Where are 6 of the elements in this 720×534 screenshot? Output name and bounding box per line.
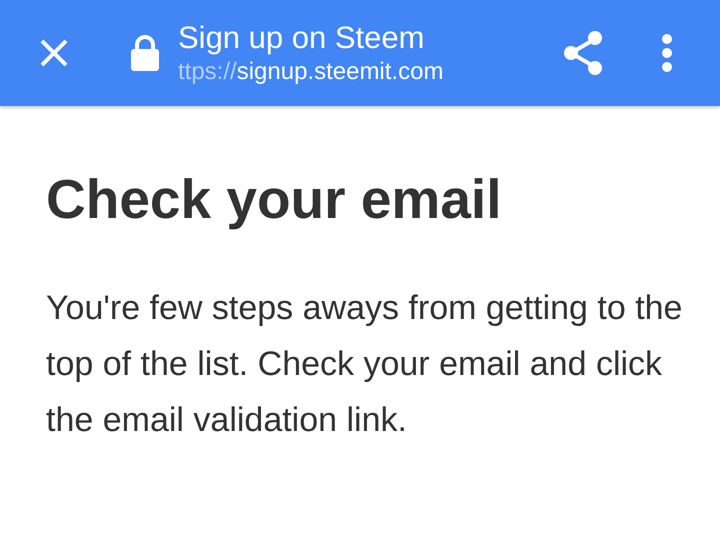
share-button[interactable] — [561, 29, 605, 77]
heading: Check your email — [46, 167, 502, 232]
lock-icon — [130, 34, 160, 72]
message: You're few steps aways from getting to the top of the list. Check your email and click the email validation link. — [46, 288, 684, 441]
page-title: Sign up on Steem — [178, 19, 426, 57]
url-text: ttps://signup.steemit.com — [178, 57, 444, 87]
